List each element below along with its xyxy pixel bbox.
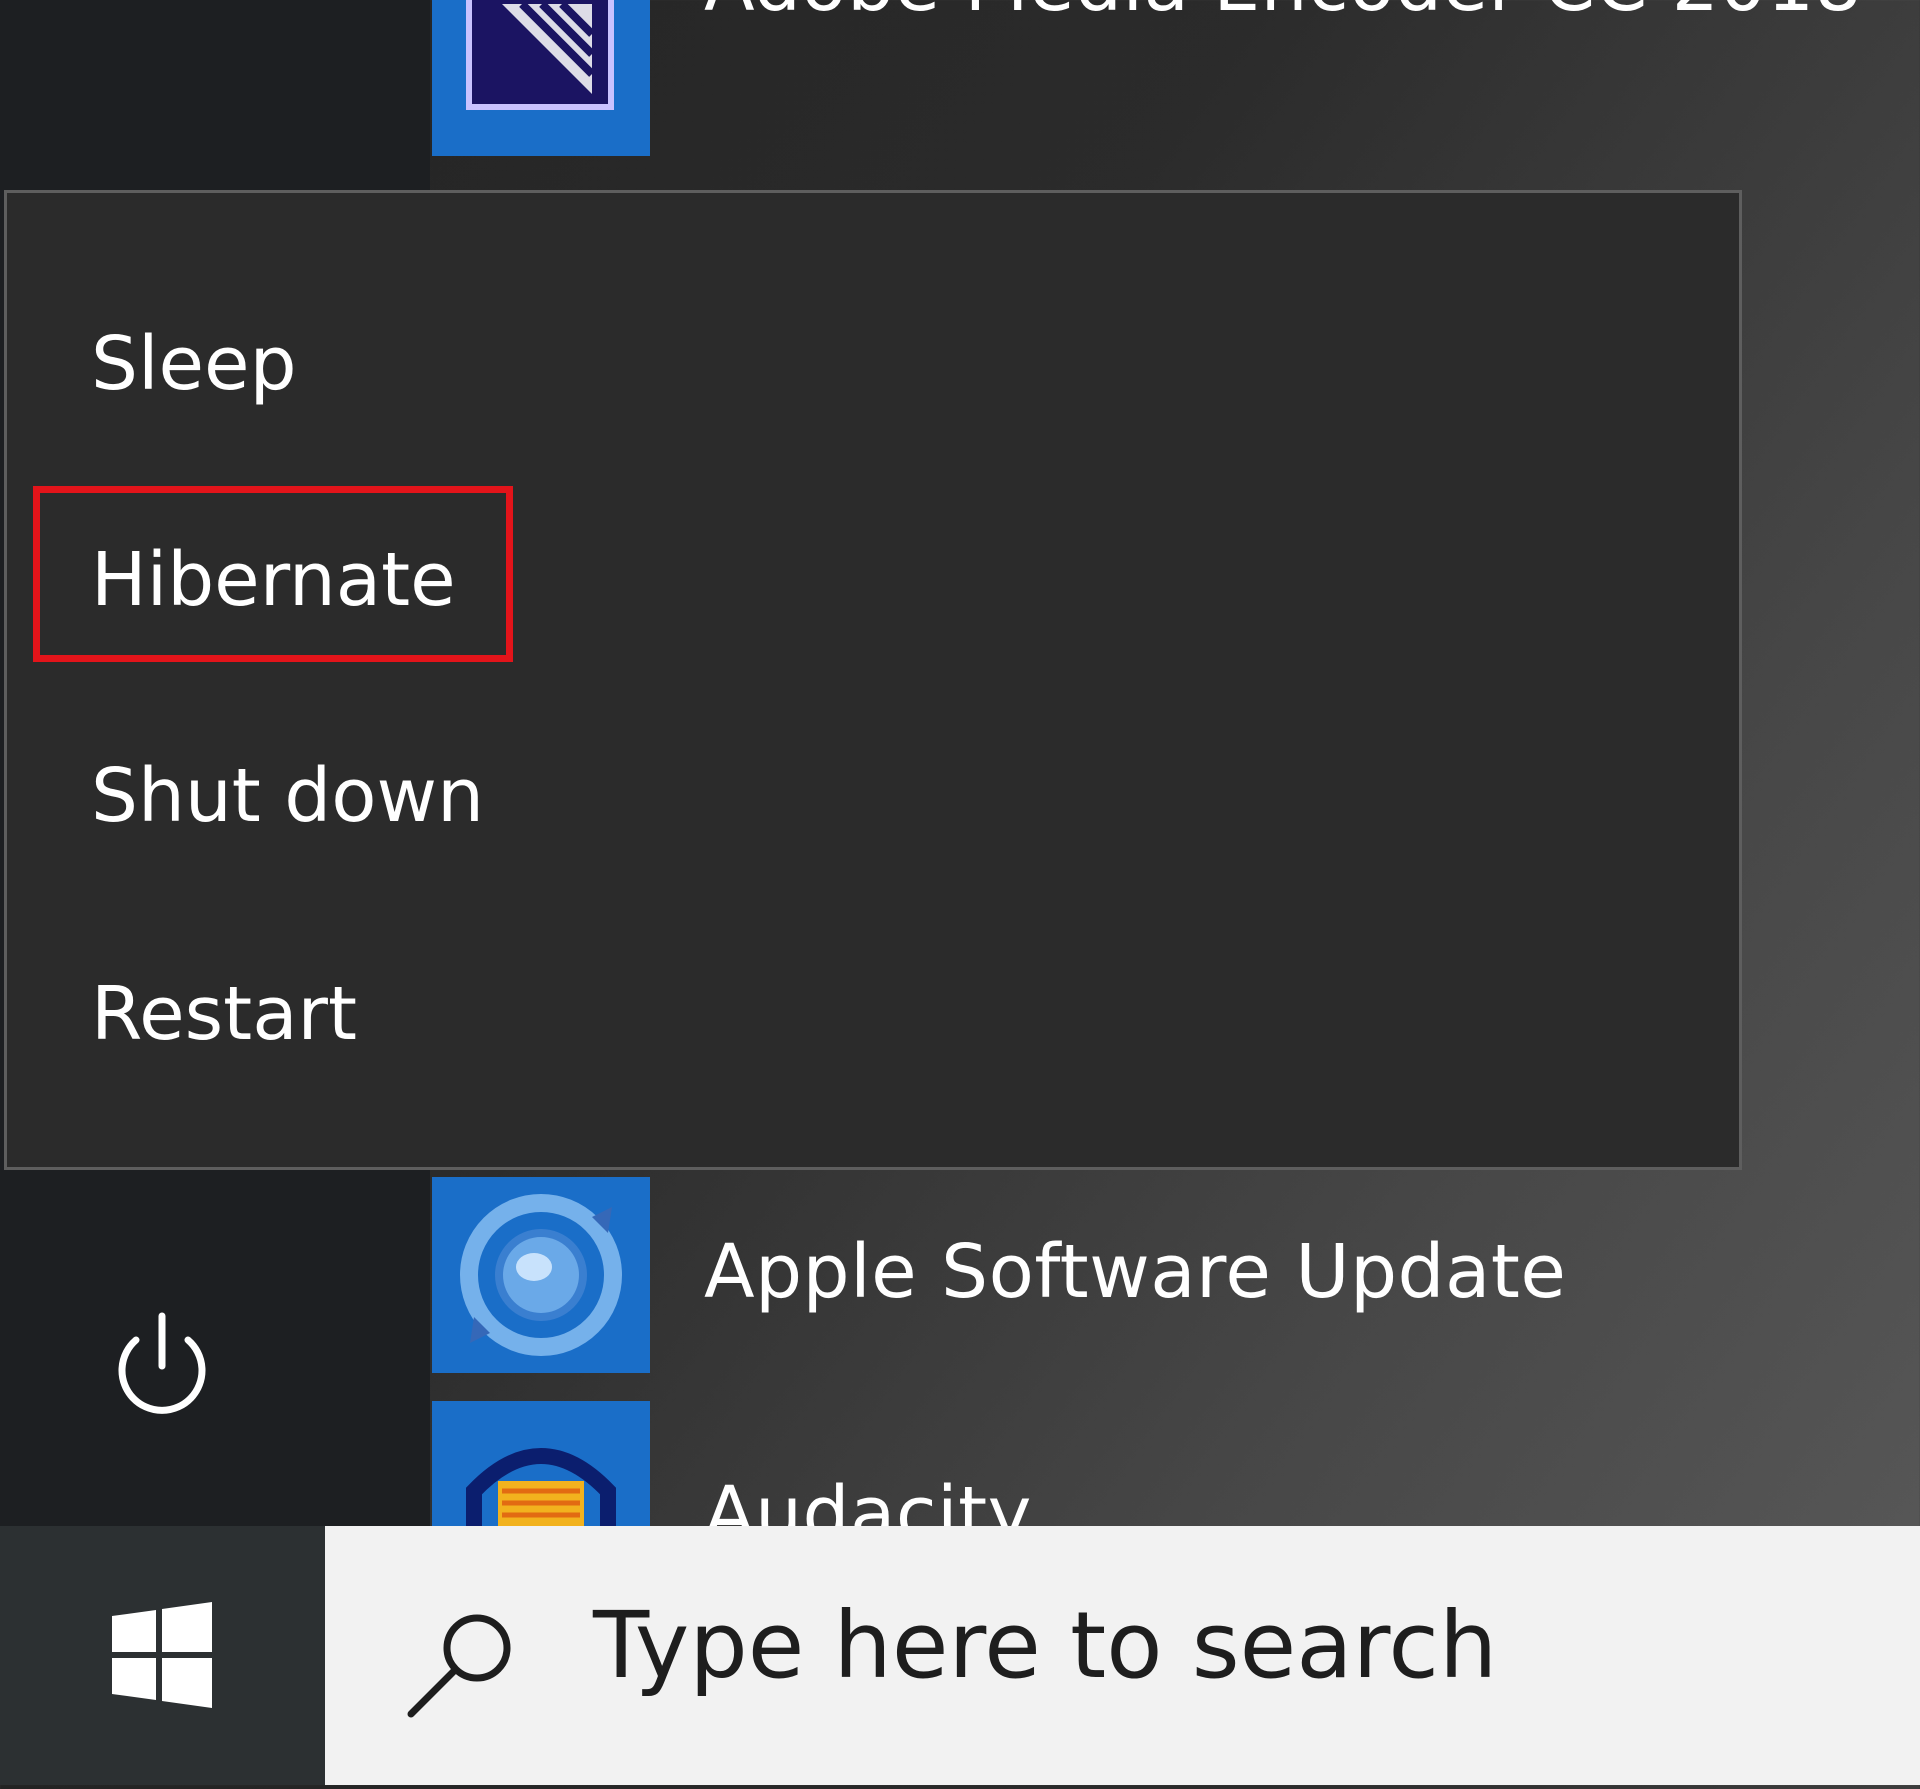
power-options-menu: Sleep Hibernate Shut down Restart: [4, 190, 1742, 1170]
menu-item-sleep[interactable]: Sleep: [91, 321, 297, 407]
taskbar: Type here to search: [0, 1526, 1920, 1785]
apple-software-update-icon: [432, 1177, 650, 1373]
media-encoder-icon: [432, 0, 650, 156]
menu-item-hibernate[interactable]: Hibernate: [91, 537, 456, 623]
app-list-item-media-encoder[interactable]: Adobe Media Encoder CC 2018: [432, 0, 1912, 156]
audacity-icon: [432, 1401, 650, 1526]
windows-logo-icon: [112, 1602, 212, 1708]
search-box[interactable]: Type here to search: [325, 1526, 1920, 1785]
menu-item-restart[interactable]: Restart: [91, 971, 357, 1057]
app-list-item-apple-software-update[interactable]: Apple Software Update: [432, 1177, 1912, 1373]
app-label: Adobe Media Encoder CC 2018: [704, 0, 1862, 28]
power-button[interactable]: [104, 1308, 220, 1424]
app-label: Apple Software Update: [704, 1229, 1567, 1315]
menu-item-shut-down[interactable]: Shut down: [91, 753, 484, 839]
search-placeholder: Type here to search: [593, 1592, 1498, 1699]
power-icon: [118, 1312, 206, 1414]
search-icon: [401, 1606, 521, 1726]
start-button[interactable]: [0, 1526, 325, 1785]
app-list-item-audacity[interactable]: Audacity: [432, 1401, 1912, 1557]
